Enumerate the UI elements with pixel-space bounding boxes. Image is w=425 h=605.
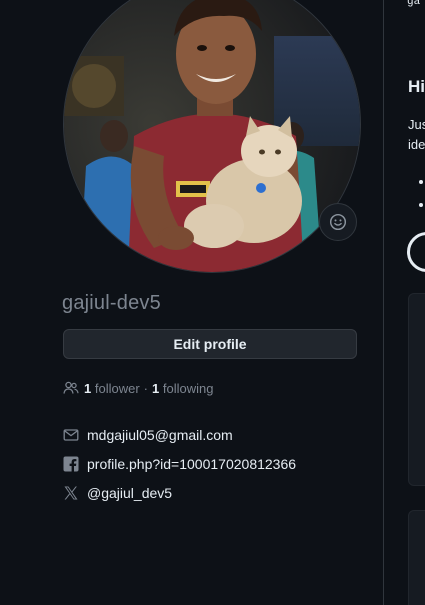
followers-link[interactable]: 1 follower bbox=[84, 381, 140, 396]
smiley-icon bbox=[329, 213, 347, 231]
readme-header-text: ga bbox=[407, 0, 421, 8]
people-icon bbox=[63, 380, 79, 396]
avatar[interactable] bbox=[63, 0, 361, 273]
facebook-icon bbox=[63, 456, 79, 472]
readme-column: ga Hi Jus ide bbox=[384, 0, 425, 605]
twitter-link[interactable]: @gajiul_dev5 bbox=[87, 485, 172, 501]
following-label: following bbox=[162, 380, 214, 396]
profile-username: gajiul-dev5 bbox=[62, 292, 161, 314]
readme-text-line: ide bbox=[408, 137, 425, 152]
followers-label: follower bbox=[94, 380, 140, 396]
edit-profile-button[interactable]: Edit profile bbox=[63, 329, 357, 359]
followers-count: 1 bbox=[84, 380, 92, 396]
set-status-button[interactable] bbox=[319, 203, 357, 241]
follow-separator: · bbox=[143, 380, 148, 396]
readme-card bbox=[408, 510, 425, 605]
readme-text-line: Jus bbox=[408, 117, 425, 132]
readme-badge-image bbox=[407, 232, 425, 272]
list-bullet bbox=[419, 203, 423, 207]
follow-stats: 1 follower · 1 following bbox=[63, 380, 213, 396]
email-row: mdgajiul05@gmail.com bbox=[63, 420, 296, 449]
profile-page: gajiul-dev5 Edit profile 1 follower · 1 … bbox=[0, 0, 425, 605]
twitter-row: @gajiul_dev5 bbox=[63, 478, 296, 507]
following-count: 1 bbox=[152, 380, 160, 396]
email-link[interactable]: mdgajiul05@gmail.com bbox=[87, 427, 233, 443]
facebook-row: profile.php?id=100017020812366 bbox=[63, 449, 296, 478]
profile-sidebar: gajiul-dev5 Edit profile 1 follower · 1 … bbox=[0, 0, 384, 605]
readme-heading: Hi bbox=[408, 77, 425, 96]
profile-details: mdgajiul05@gmail.com profile.php?id=1000… bbox=[63, 420, 296, 507]
following-link[interactable]: 1 following bbox=[152, 381, 213, 396]
list-bullet bbox=[419, 180, 423, 184]
avatar-photo bbox=[64, 0, 360, 272]
mail-icon bbox=[63, 427, 79, 443]
x-logo-icon bbox=[63, 485, 79, 501]
readme-card bbox=[408, 293, 425, 486]
facebook-link[interactable]: profile.php?id=100017020812366 bbox=[87, 456, 296, 472]
